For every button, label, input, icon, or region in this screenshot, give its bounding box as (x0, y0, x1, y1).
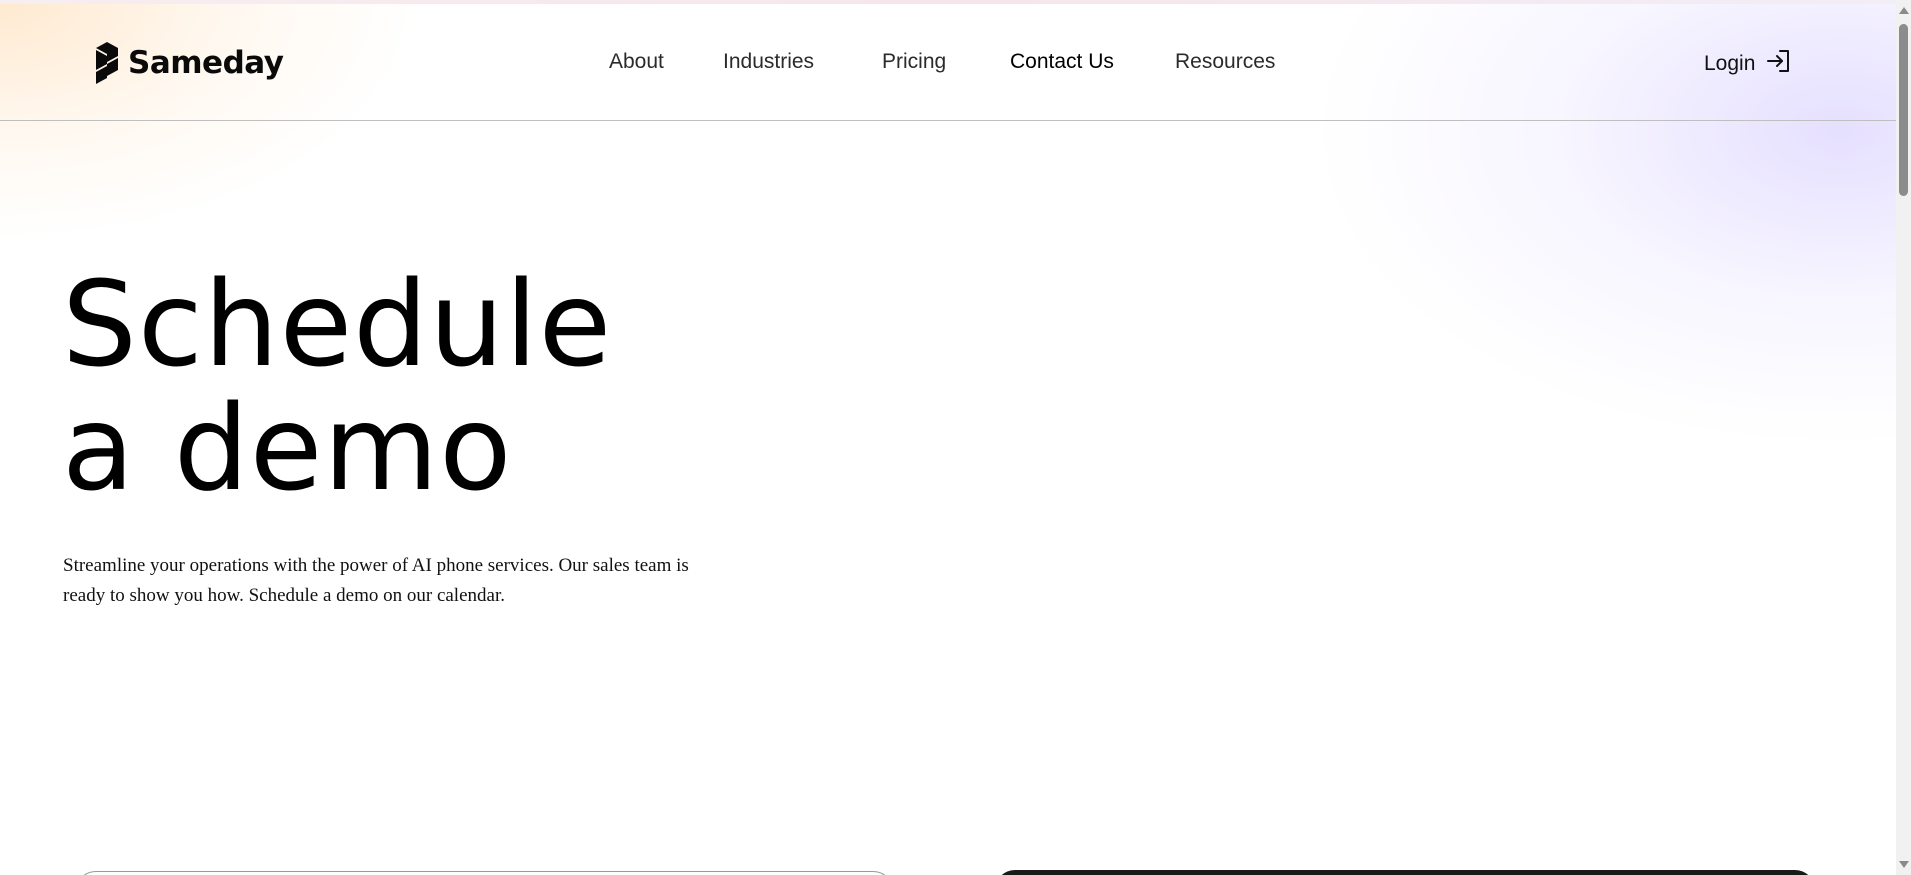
scroll-down-arrow-icon[interactable] (1899, 861, 1909, 868)
scroll-up-arrow-icon[interactable] (1899, 7, 1909, 14)
hero-title-line-1: Schedule (62, 255, 613, 393)
site-header: Sameday About Industries Pricing Contact… (0, 4, 1896, 121)
login-link[interactable]: Login (1704, 48, 1791, 80)
login-label: Login (1704, 52, 1756, 75)
hero-description: Streamline your operations with the powe… (63, 555, 689, 606)
form-field-partial[interactable] (75, 871, 894, 875)
nav-contact-us[interactable]: Contact Us (1010, 50, 1114, 74)
scrollbar-thumb[interactable] (1899, 24, 1908, 196)
nav-pricing[interactable]: Pricing (882, 50, 946, 74)
hero-title-line-2: a demo (62, 379, 513, 517)
main-nav: About Industries Pricing Contact Us Reso… (0, 50, 1896, 80)
nav-about[interactable]: About (609, 50, 664, 74)
login-arrow-icon (1765, 48, 1791, 80)
nav-industries[interactable]: Industries (723, 50, 814, 74)
page: Sameday About Industries Pricing Contact… (0, 0, 1896, 875)
vertical-scrollbar[interactable] (1896, 0, 1911, 875)
nav-resources[interactable]: Resources (1175, 50, 1275, 74)
hero-title: Schedule a demo (62, 262, 612, 510)
dark-panel-partial (995, 870, 1815, 875)
